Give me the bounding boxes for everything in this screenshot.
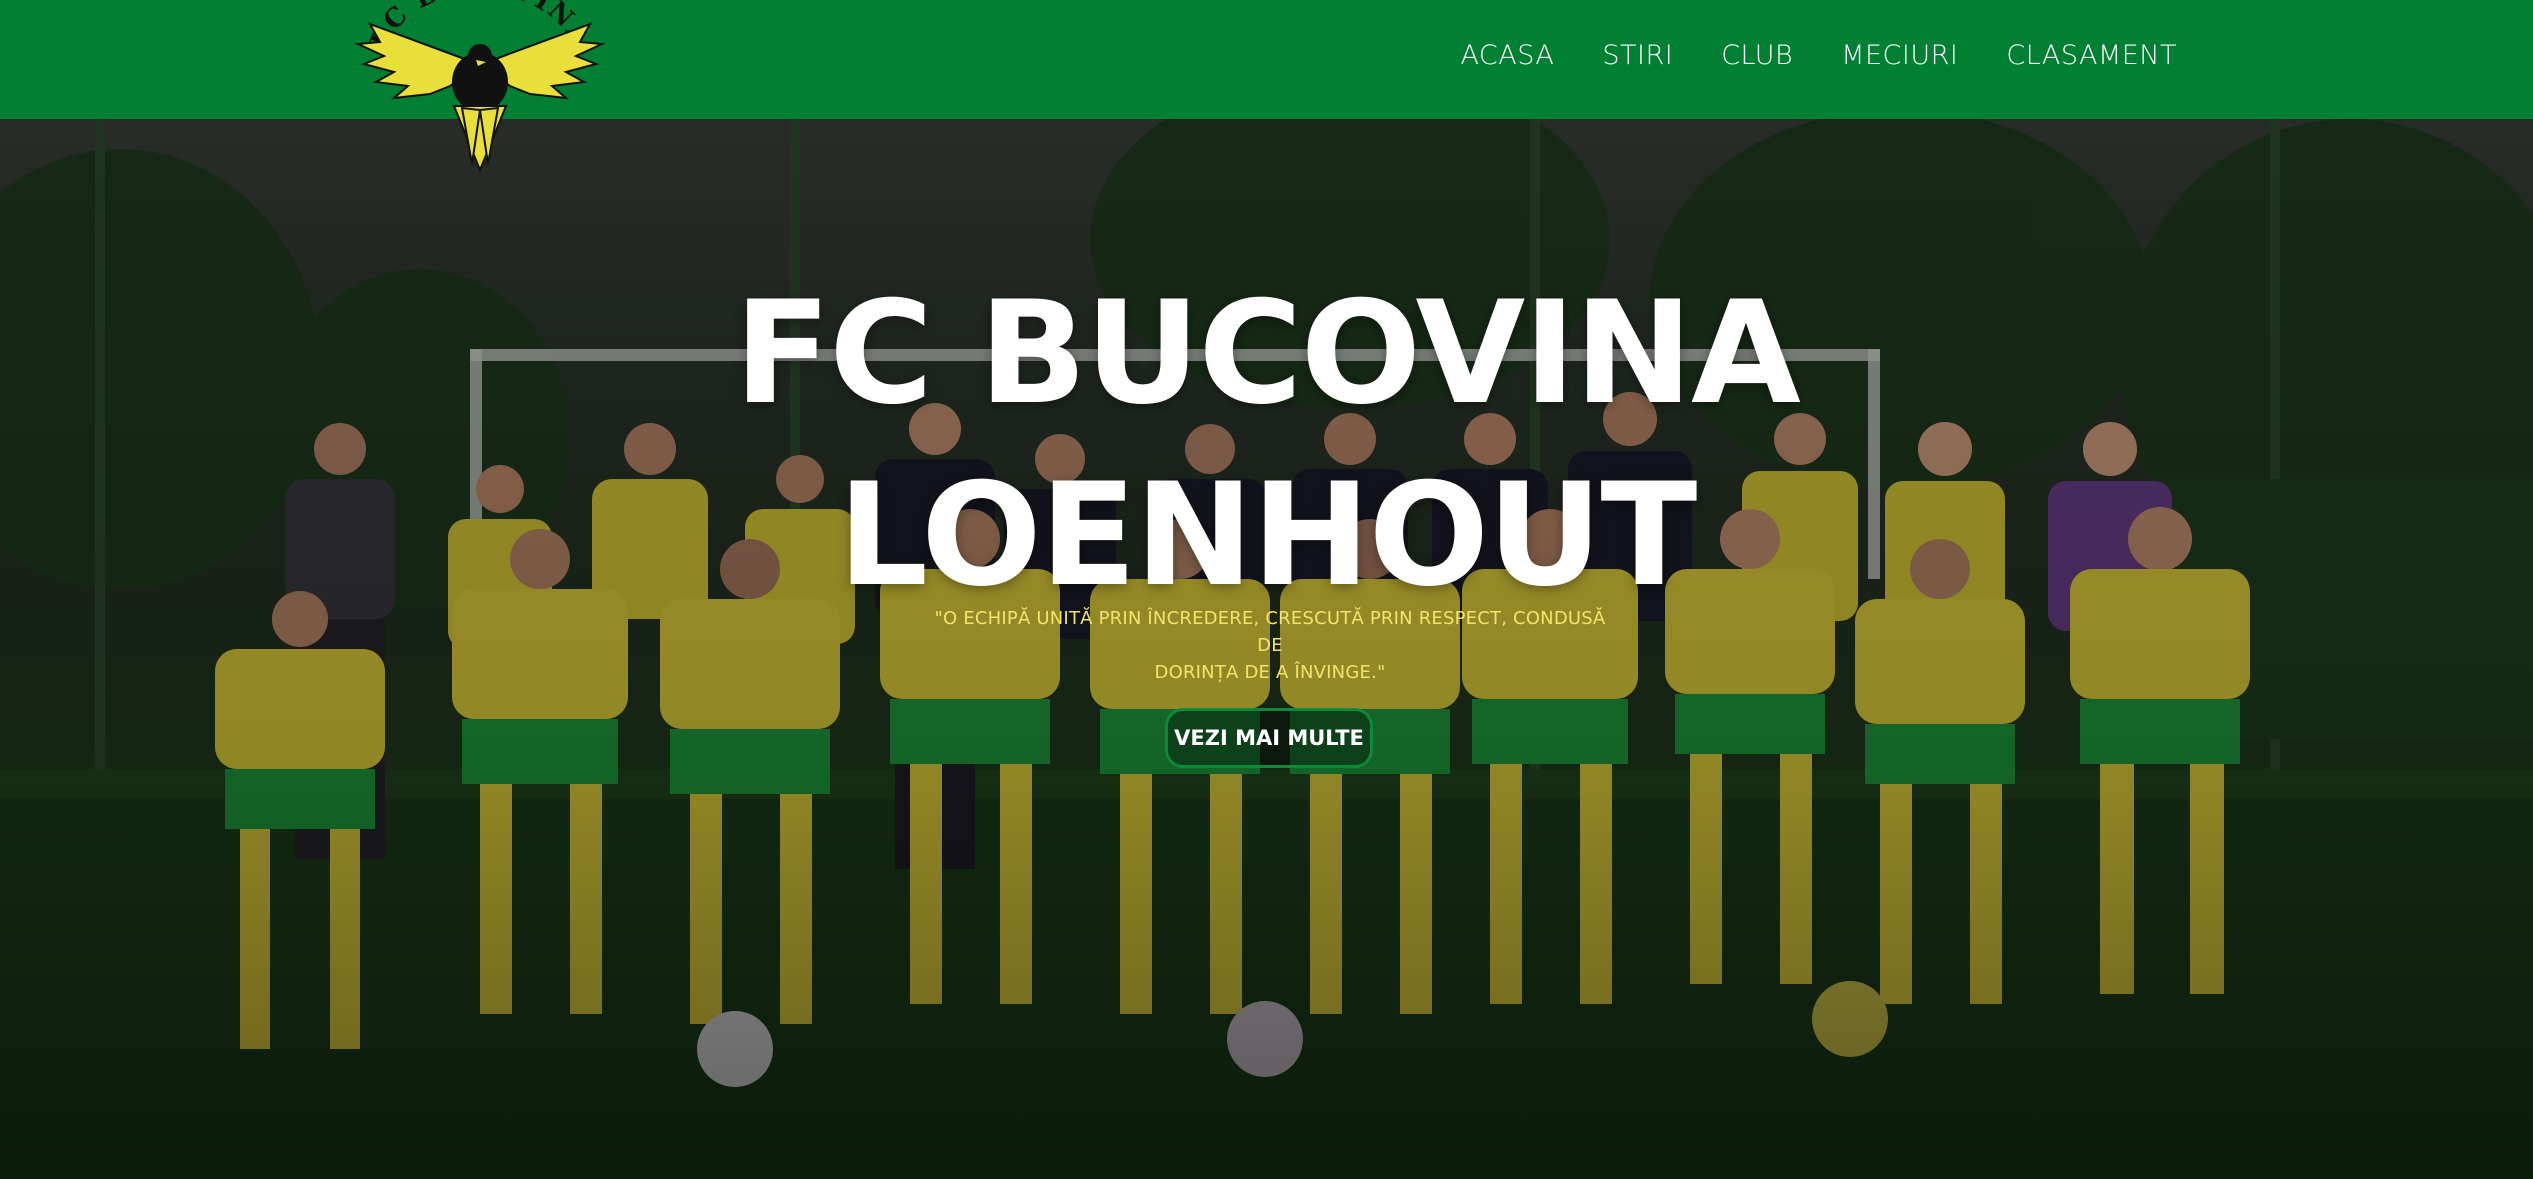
nav-item-acasa[interactable]: ACASA: [1460, 40, 1554, 71]
nav-item-clasament[interactable]: CLASAMENT: [2006, 40, 2177, 71]
main-nav: ACASA STIRI CLUB MECIURI CLASAMENT: [1460, 40, 2177, 71]
nav-item-club[interactable]: CLUB: [1721, 40, 1793, 71]
nav-item-stiri[interactable]: STIRI: [1602, 40, 1673, 71]
eagle-crest-icon: FC BUCOVINA: [354, 0, 606, 173]
club-logo[interactable]: FC BUCOVINA: [350, 0, 610, 180]
hero-title-line-2: LOENHOUT: [837, 453, 1698, 618]
hero-quote-line-1: "O ECHIPĂ UNITĂ PRIN ÎNCREDERE, CRESCUTĂ…: [934, 608, 1606, 656]
hero-quote: "O ECHIPĂ UNITĂ PRIN ÎNCREDERE, CRESCUTĂ…: [920, 605, 1620, 686]
hero-quote-line-2: DORINȚA DE A ÎNVINGE.": [1154, 662, 1386, 683]
hero-section: FC BUCOVINA LOENHOUT "O ECHIPĂ UNITĂ PRI…: [0, 119, 2533, 1179]
see-more-button[interactable]: VEZI MAI MULTE: [1165, 708, 1373, 768]
hero-title-line-1: FC BUCOVINA: [734, 271, 1801, 436]
nav-item-meciuri[interactable]: MECIURI: [1841, 40, 1958, 71]
hero-title: FC BUCOVINA LOENHOUT: [0, 263, 2533, 627]
